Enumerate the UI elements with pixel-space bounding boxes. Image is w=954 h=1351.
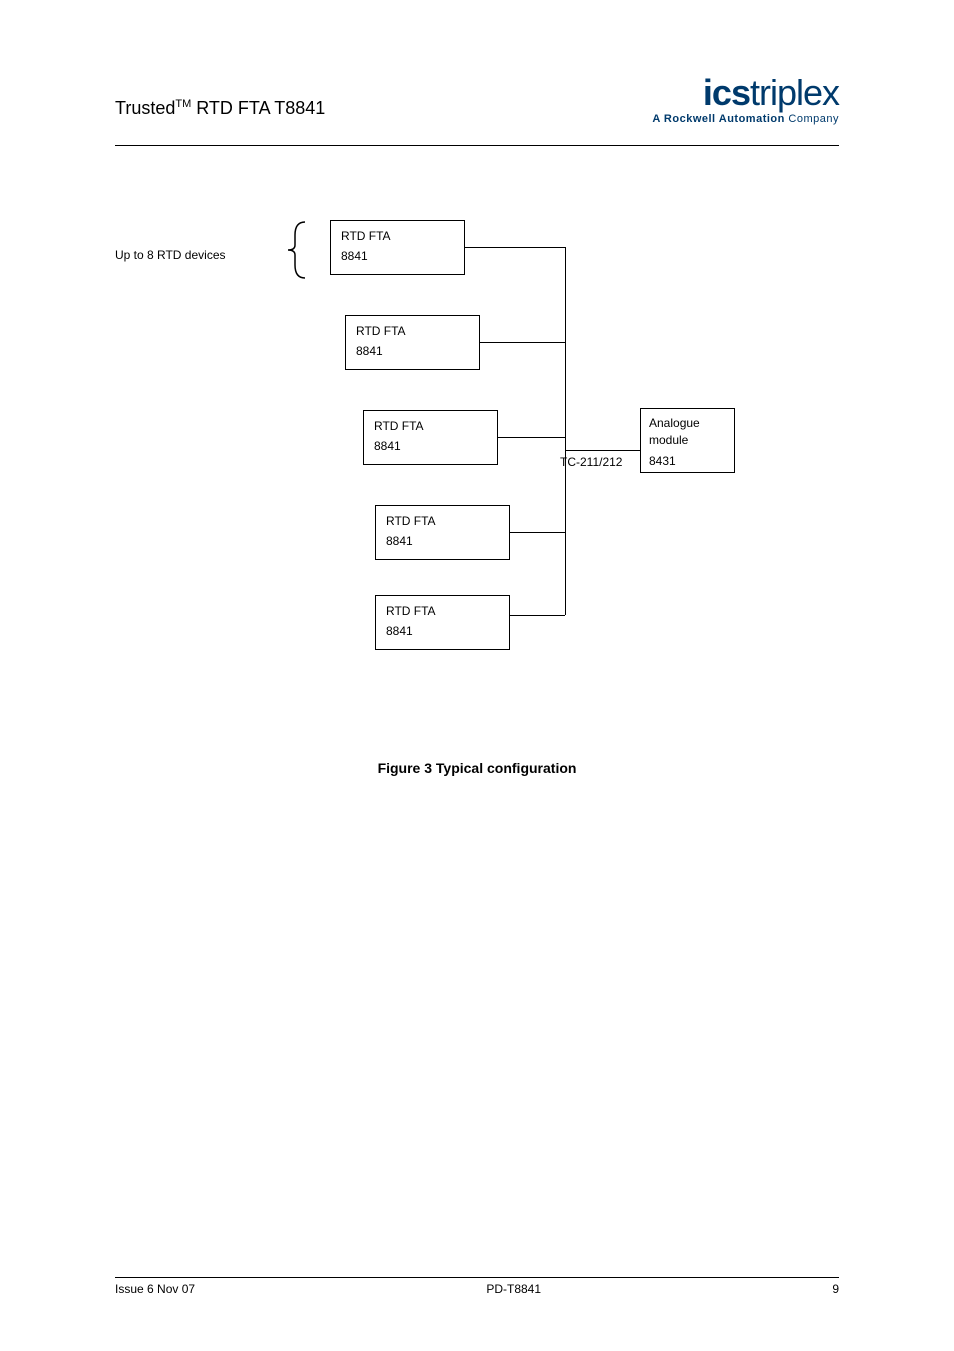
- rtd-box: RTD FTA 8841: [330, 220, 465, 275]
- rtd-box-line2: 8841: [356, 344, 383, 358]
- connector: [565, 450, 640, 451]
- brace-icon: [280, 220, 310, 280]
- connector: [510, 615, 565, 616]
- analogue-line2: module: [649, 432, 726, 449]
- header-rule: [115, 145, 839, 146]
- connector: [565, 247, 566, 615]
- rtd-box: RTD FTA 8841: [375, 595, 510, 650]
- rtd-box-line1: RTD FTA: [386, 514, 499, 528]
- diagram: Up to 8 RTD devices RTD FTA 8841 RTD FTA…: [115, 200, 839, 700]
- page-header: TrustedTM RTD FTA T8841 icstriplex A Roc…: [0, 40, 954, 140]
- rtd-box-line1: RTD FTA: [341, 229, 454, 243]
- footer-row: Issue 6 Nov 07 PD-T8841 9: [115, 1282, 839, 1296]
- rtd-box: RTD FTA 8841: [363, 410, 498, 465]
- rtd-box-line1: RTD FTA: [374, 419, 487, 433]
- rtd-box-line2: 8841: [341, 249, 368, 263]
- rtd-box-line1: RTD FTA: [386, 604, 499, 618]
- footer-doc-id: PD-T8841: [486, 1282, 541, 1296]
- rtd-box-line2: 8841: [386, 534, 413, 548]
- rtd-box-line2: 8841: [386, 624, 413, 638]
- footer-issue: Issue 6 Nov 07: [115, 1282, 195, 1296]
- connector: [465, 247, 565, 248]
- page-footer: Issue 6 Nov 07 PD-T8841 9: [115, 1277, 839, 1296]
- connector: [480, 342, 565, 343]
- analogue-box: Analogue module 8431: [640, 408, 735, 473]
- analogue-line3: 8431: [649, 453, 726, 470]
- title-suffix: RTD FTA T8841: [191, 98, 325, 118]
- rtd-box-line1: RTD FTA: [356, 324, 469, 338]
- connector: [498, 437, 565, 438]
- rtd-box-line2: 8841: [374, 439, 401, 453]
- logo-triplex: triplex: [750, 72, 839, 113]
- footer-page: 9: [832, 1282, 839, 1296]
- logo: icstriplex A Rockwell Automation Company: [652, 75, 839, 125]
- title-tm: TM: [175, 98, 191, 110]
- footer-rule: [115, 1277, 839, 1278]
- connector: [510, 532, 565, 533]
- logo-tagline: A Rockwell Automation Company: [652, 113, 839, 125]
- logo-top: icstriplex: [652, 75, 839, 111]
- title-prefix: Trusted: [115, 98, 175, 118]
- logo-ics: ics: [703, 72, 750, 113]
- rtd-count-label: Up to 8 RTD devices: [115, 248, 226, 262]
- header-title: TrustedTM RTD FTA T8841: [115, 98, 325, 119]
- tc-label: TC-211/212: [560, 455, 622, 469]
- figure-caption: Figure 3 Typical configuration: [0, 760, 954, 776]
- logo-tagline-bold: A Rockwell Automation: [652, 113, 785, 125]
- rtd-box: RTD FTA 8841: [375, 505, 510, 560]
- analogue-line1: Analogue: [649, 415, 726, 432]
- logo-tagline-company: Company: [785, 113, 839, 125]
- rtd-box: RTD FTA 8841: [345, 315, 480, 370]
